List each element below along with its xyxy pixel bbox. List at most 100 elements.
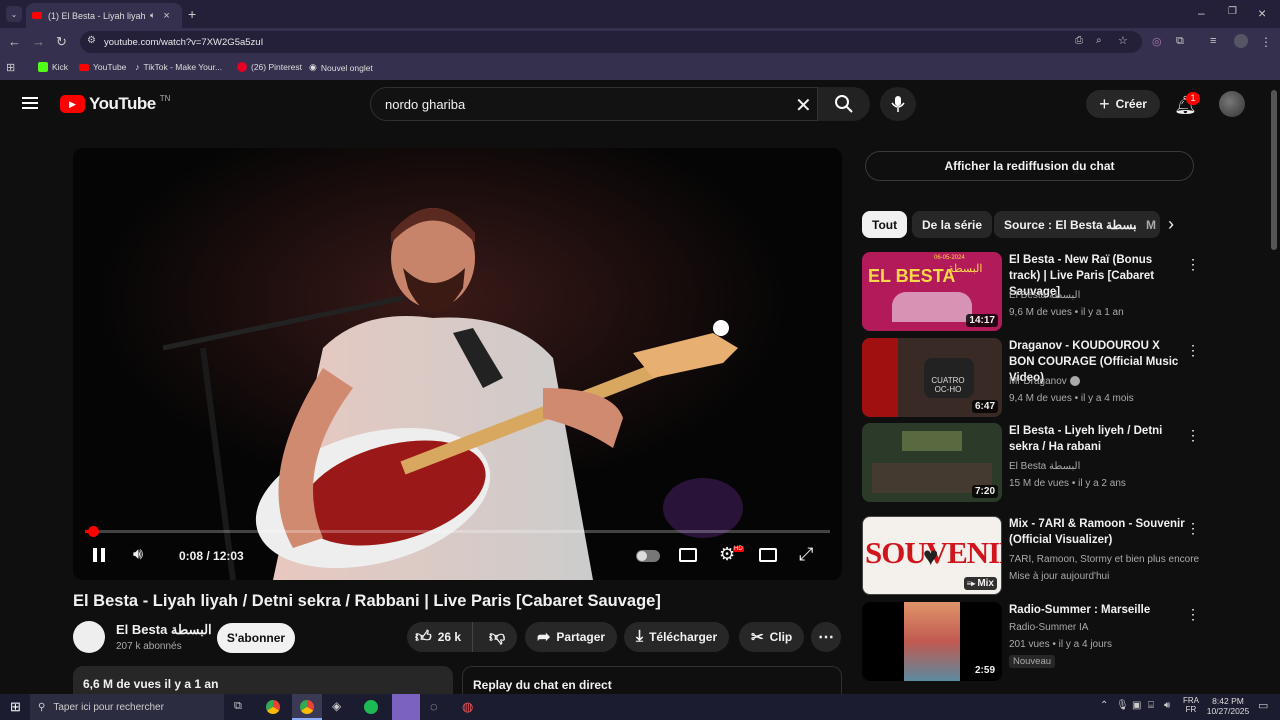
pause-icon [93,548,97,562]
search-input[interactable]: nordo ghariba ✕ [370,87,818,121]
chip-source[interactable]: Source : El Besta البسطة [994,211,1154,238]
bookmark-kick[interactable]: Kick [38,62,68,72]
voice-search-button[interactable] [880,87,916,121]
windows-start-icon[interactable]: ⊞ [10,699,21,715]
clear-search-icon[interactable]: ✕ [795,93,812,118]
discord-icon[interactable] [392,694,420,720]
speaker-icon[interactable]: 🔈︎ [150,10,155,21]
share-button[interactable]: ➦ Partager [525,622,618,652]
back-icon[interactable]: ← [8,34,21,49]
recommendation-1[interactable]: EL BESTA 06-05-2024 البسطة 14:17 El Best… [862,252,1202,332]
progress-bar[interactable] [85,530,830,533]
extensions-puzzle-icon[interactable]: ⧉ [1176,35,1184,48]
like-button[interactable]: 👍︎ 26 k [407,622,473,652]
task-view-icon[interactable]: ⧉ [234,700,242,713]
subtitles-icon[interactable] [679,548,697,562]
notification-center-icon[interactable]: ▭ [1258,699,1268,712]
video-player[interactable]: 🔊︎ 0:08 / 12:03 ⚙ HD ⤢ [73,148,842,580]
restore-icon[interactable]: ❐ [1228,6,1237,17]
chip-series[interactable]: De la série [912,211,993,238]
youtube-logo[interactable]: ▶ YouTube TN [60,94,170,114]
thumbnail[interactable]: SOUVENIR ♥ ≡▸Mix [862,516,1002,595]
miniplayer-icon[interactable] [759,548,777,562]
recommendation-5[interactable]: 2:59 Radio-Summer : Marseille Radio-Summ… [862,602,1202,682]
forward-icon[interactable]: → [32,34,45,49]
user-avatar[interactable] [1219,91,1245,117]
recommendation-4[interactable]: SOUVENIR ♥ ≡▸Mix Mix - 7ARI & Ramoon - S… [862,516,1202,596]
notification-count-badge: 1 [1186,92,1200,105]
recommendation-2[interactable]: CUATRO OC-HO 6:47 Draganov - KOUDOUROU X… [862,338,1202,418]
extension-icon[interactable]: ◎ [1152,35,1162,48]
browser-tab[interactable]: (1) El Besta - Liyah liyah / D 🔈︎ × [26,3,182,28]
kebab-menu-icon[interactable]: ⋮ [1186,606,1200,623]
download-button[interactable]: ⤓ Télécharger [624,622,730,652]
install-icon[interactable]: ⎙ [1075,35,1083,46]
description-box[interactable]: 6,6 M de vues il y a 1 an [73,666,453,694]
more-actions-icon[interactable]: ⋯ [811,622,841,652]
microphone-icon [891,96,905,112]
tab-list-icon[interactable]: ⌄ [6,6,22,22]
minimize-icon[interactable]: – [1198,6,1205,20]
search-button[interactable] [818,87,870,121]
volume-icon[interactable]: 🔊︎ [133,546,143,564]
bookmark-tiktok[interactable]: ♪ TikTok - Make Your... [135,62,222,72]
show-chat-replay-button[interactable]: Afficher la rediffusion du chat [865,151,1194,181]
thumbnail[interactable]: 7:20 [862,423,1002,502]
bookmark-new-tab[interactable]: ◉ Nouvel onglet [309,62,373,73]
volume-tray-icon[interactable]: 🔊︎ [1164,700,1170,711]
taskbar-chrome-active[interactable] [292,694,322,720]
kebab-menu-icon[interactable]: ⋮ [1186,342,1200,359]
reload-icon[interactable]: ↻ [56,34,67,50]
verified-icon [1069,376,1080,387]
steam-icon[interactable]: ◈ [332,699,341,713]
thumb-date: 06-05-2024 [934,255,965,261]
create-button[interactable]: + Créer [1086,90,1160,118]
taskbar-search-field[interactable]: ⚲ Taper ici pour rechercher [30,694,224,720]
zoom-icon[interactable]: ⌕ [1096,35,1102,46]
chat-replay-title: Replay du chat en direct [473,678,612,692]
apps-grid-icon[interactable]: ⊞ [6,61,15,74]
recommendation-3[interactable]: 7:20 El Besta - Liyeh liyeh / Detni sekr… [862,423,1202,503]
dislike-button[interactable]: 👎︎ [479,628,505,647]
media-control-icon[interactable]: ≡ [1210,35,1216,47]
chrome-icon[interactable] [266,700,280,714]
channel-avatar[interactable] [73,621,105,653]
kebab-menu-icon[interactable]: ⋮ [1186,256,1200,273]
bookmark-pinterest[interactable]: (26) Pinterest [237,62,302,72]
bookmark-youtube[interactable]: YouTube [79,62,126,72]
chip-more[interactable]: M [1136,211,1160,238]
thumbs-up-icon: 👍︎ [415,628,432,646]
thumbnail[interactable]: EL BESTA 06-05-2024 البسطة 14:17 [862,252,1002,331]
thumbnail[interactable]: 2:59 [862,602,1002,681]
browser-menu-icon[interactable]: ⋮ [1260,35,1272,49]
fullscreen-icon[interactable]: ⤢ [799,544,813,565]
language-indicator[interactable]: FRA FR [1180,696,1202,714]
page-scrollbar[interactable] [1271,90,1277,250]
tray-chevron-icon[interactable]: ⌃ [1100,700,1108,711]
kebab-menu-icon[interactable]: ⋮ [1186,427,1200,444]
site-info-icon[interactable]: ⚙ [87,35,96,46]
close-tab-icon[interactable]: × [163,10,169,22]
hamburger-menu-icon[interactable] [22,97,38,109]
profile-avatar[interactable] [1234,34,1248,48]
network-icon[interactable]: ⌸ [1148,700,1154,711]
thumbnail[interactable]: CUATRO OC-HO 6:47 [862,338,1002,417]
clip-button[interactable]: ✂ Clip [739,622,805,652]
clock[interactable]: 8:42 PM 10/27/2025 [1204,696,1252,716]
mic-tray-icon[interactable]: 🎙︎ [1116,700,1129,711]
url-field[interactable]: ⚙ youtube.com/watch?v=7XW2G5a5zuI ⎙ ⌕ ☆ [80,31,1142,53]
app-icon-2[interactable]: ◍ [462,699,473,715]
bookmark-star-icon[interactable]: ☆ [1118,34,1128,47]
kebab-menu-icon[interactable]: ⋮ [1186,520,1200,537]
app-icon[interactable]: ◌ [430,699,438,714]
chip-all[interactable]: Tout [862,211,908,238]
channel-name[interactable]: El Besta البسطة [116,622,212,638]
subscribe-button[interactable]: S'abonner [217,623,295,653]
close-window-icon[interactable]: × [1258,5,1266,21]
autoplay-toggle[interactable] [636,550,660,562]
chevron-right-icon[interactable]: › [1168,214,1174,235]
pause-button[interactable] [93,548,105,562]
new-tab-icon[interactable]: + [188,6,196,22]
spotify-icon[interactable] [364,700,378,714]
tray-icon[interactable]: ▣ [1132,700,1141,711]
